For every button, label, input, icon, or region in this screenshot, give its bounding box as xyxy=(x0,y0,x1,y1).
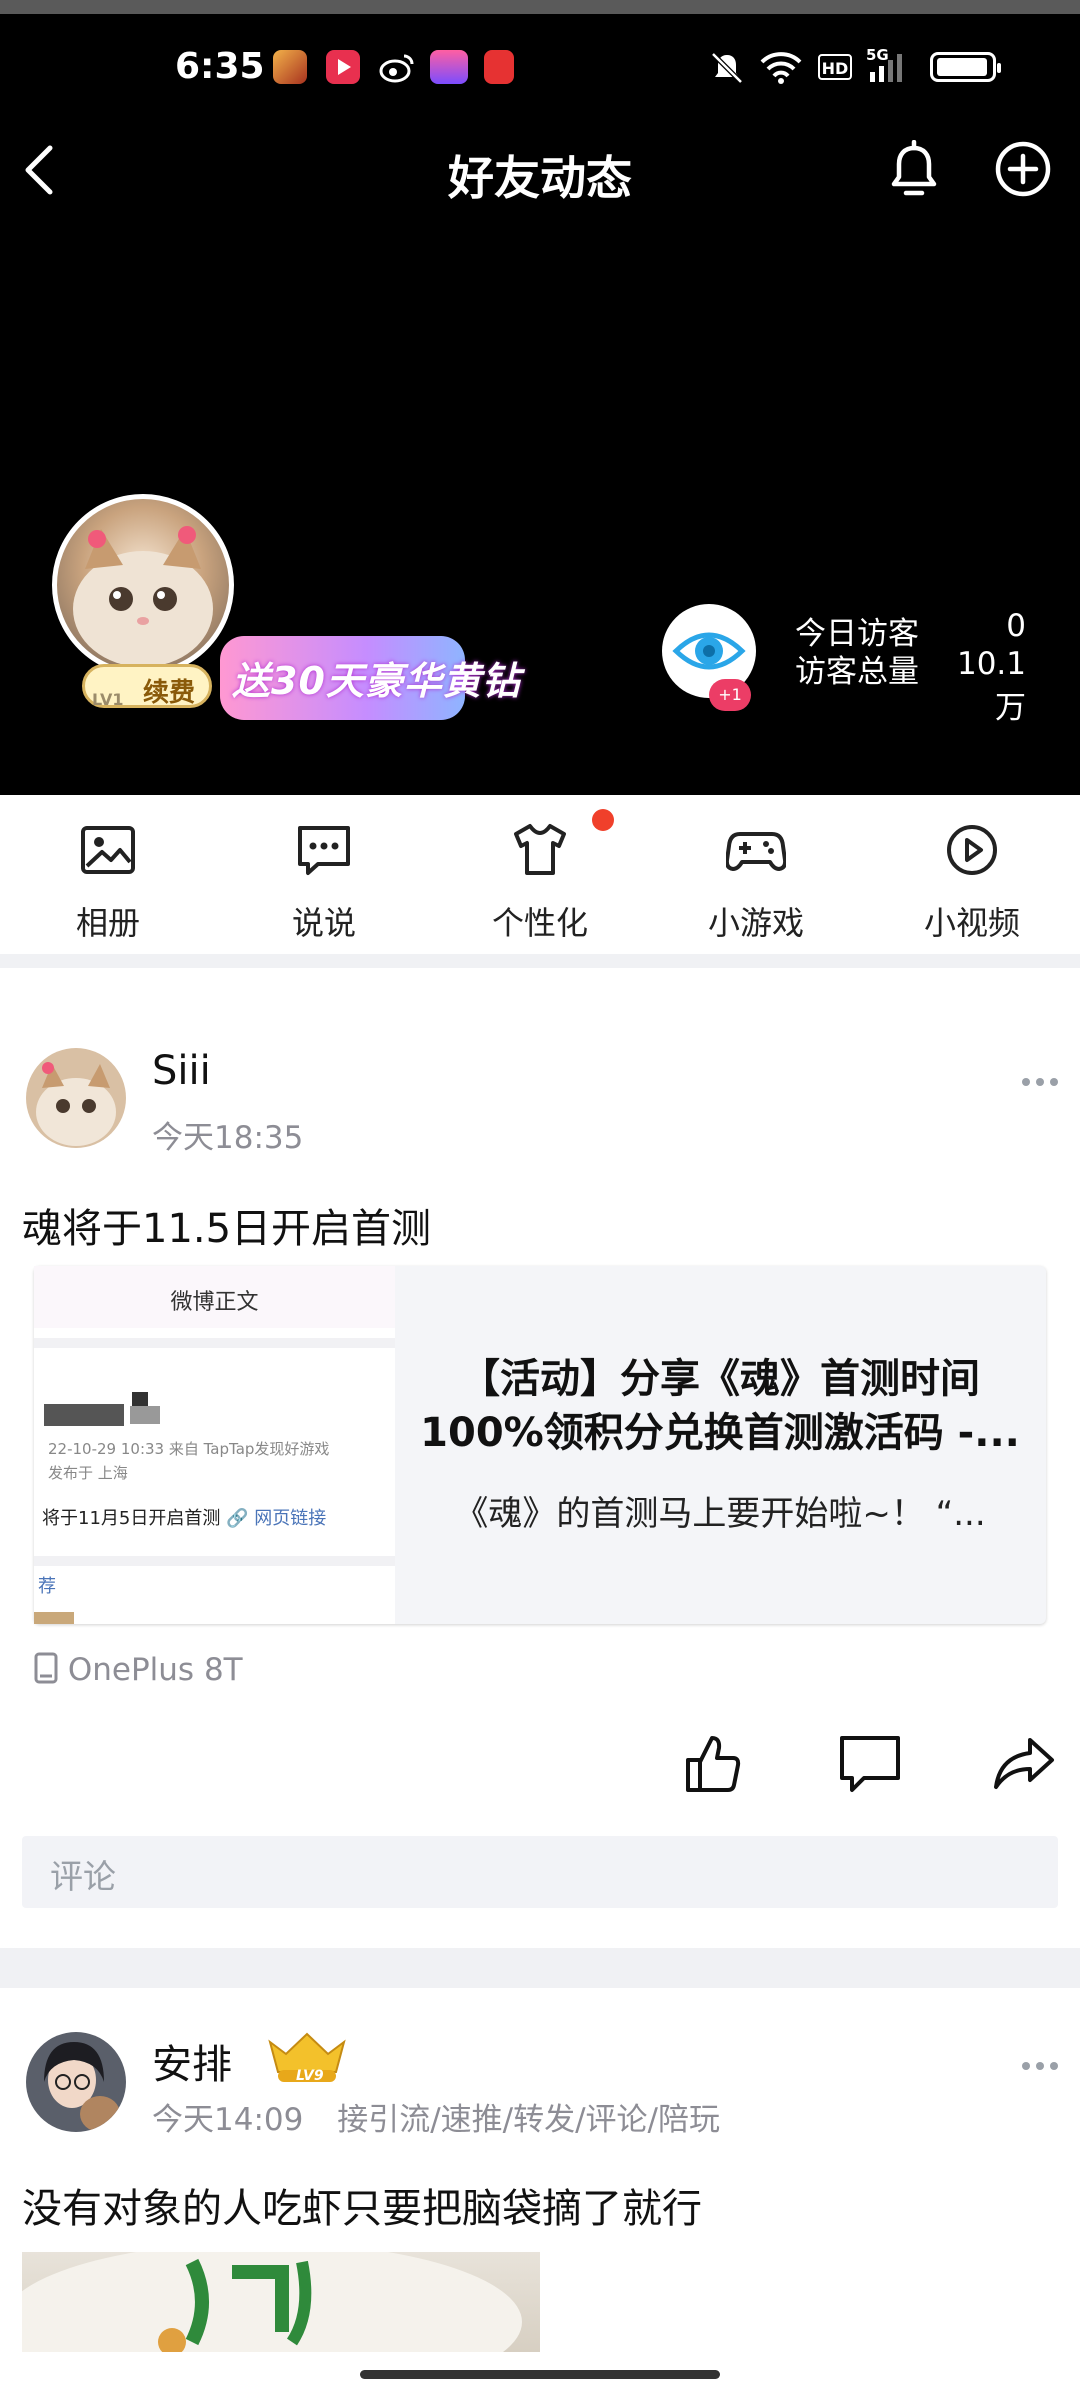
post-time-value: 今天14:09 xyxy=(152,2102,304,2138)
vip-level: LV9 xyxy=(296,2068,324,2084)
like-icon[interactable] xyxy=(680,1732,744,1796)
share-icon[interactable] xyxy=(990,1732,1054,1796)
bell-icon[interactable] xyxy=(886,139,942,200)
quick-shuoshuo[interactable]: 说说 xyxy=(254,820,394,944)
hd-label: HD xyxy=(821,59,849,78)
thumb-footer: 荐 xyxy=(38,1576,56,1597)
signal-5g-icon: 5G xyxy=(866,46,912,86)
profile-avatar[interactable] xyxy=(52,494,234,676)
device-name: OnePlus 8T xyxy=(67,1652,243,1688)
king-game-icon xyxy=(273,50,307,84)
video-icon xyxy=(326,50,360,84)
comment-input[interactable] xyxy=(22,1836,1058,1908)
link-summary: 《魂》的首测马上要开始啦~！ “... xyxy=(454,1494,986,1534)
home-indicator[interactable] xyxy=(360,2370,720,2379)
post-time: 今天18:35 xyxy=(152,1120,304,1156)
comment-placeholder[interactable]: 评论 xyxy=(50,1850,116,1898)
post-author-name[interactable]: 安排 xyxy=(152,2032,232,2090)
visitor-badge: +1 xyxy=(709,679,751,711)
quick-personalize[interactable]: 个性化 xyxy=(470,820,610,944)
wifi-icon xyxy=(760,50,802,88)
new-indicator-dot xyxy=(592,809,614,831)
thumb-header: 微博正文 xyxy=(170,1290,259,1315)
thumb-link: 网页链接 xyxy=(254,1508,327,1529)
post-author-avatar[interactable] xyxy=(26,1048,126,1148)
total-visitors-value: 10.1万 xyxy=(956,646,1026,726)
play-video-icon xyxy=(942,820,1002,880)
pink-app-icon xyxy=(430,50,468,84)
link-title[interactable]: 【活动】分享《魂》首测时间100%领积分兑换首测激活码 -... xyxy=(420,1352,1020,1460)
top-edge xyxy=(0,0,1080,14)
battery-icon xyxy=(930,52,1001,82)
thumb-meta-2: 发布于 上海 xyxy=(48,1464,128,1482)
level-label: LV1 xyxy=(92,690,124,709)
promo-text[interactable]: 送30天豪华黄钻 xyxy=(232,650,521,705)
section-divider xyxy=(0,954,1080,968)
phone-icon xyxy=(34,1652,58,1684)
photo-album-icon xyxy=(78,820,138,880)
more-options-icon[interactable] xyxy=(1020,1056,1060,1102)
link-thumbnail: 微博正文 22-10-29 10:33 来自 TapTap发现好游戏 发布于 上… xyxy=(34,1266,395,1624)
post-text: 魂将于11.5日开启首测 xyxy=(22,1206,432,1252)
device-info: OnePlus 8T xyxy=(34,1652,243,1688)
more-options-icon[interactable] xyxy=(1020,2040,1060,2086)
post-image[interactable] xyxy=(22,2252,540,2352)
hd-icon: HD xyxy=(818,54,852,80)
quick-videos[interactable]: 小视频 xyxy=(902,820,1042,944)
tshirt-icon xyxy=(510,820,570,880)
quick-shuoshuo-label: 说说 xyxy=(291,904,356,942)
quick-personalize-label: 个性化 xyxy=(491,904,588,942)
message-icon xyxy=(294,820,354,880)
post-tags: 接引流/速推/转发/评论/陪玩 xyxy=(337,2102,720,2138)
post-author-name[interactable]: Siii xyxy=(152,1048,211,1094)
comment-icon[interactable] xyxy=(838,1732,902,1796)
quick-games-label: 小游戏 xyxy=(707,904,804,942)
today-visitors-value: 0 xyxy=(1006,608,1026,644)
add-circle-icon[interactable] xyxy=(994,140,1052,198)
post-text: 没有对象的人吃虾只要把脑袋摘了就行 xyxy=(22,2186,702,2232)
thumb-meta-1: 22-10-29 10:33 来自 TapTap发现好游戏 xyxy=(48,1440,330,1458)
thumb-body: 将于11月5日开启首测 xyxy=(42,1508,221,1529)
link-icon: 🔗 xyxy=(226,1508,249,1529)
quick-album[interactable]: 相册 xyxy=(38,820,178,944)
total-visitors-label: 访客总量 xyxy=(795,654,919,690)
status-time: 6:35 xyxy=(175,46,265,87)
shopping-icon xyxy=(484,50,514,84)
post-author-avatar[interactable] xyxy=(26,2032,126,2132)
mute-icon xyxy=(709,50,745,90)
post-time: 今天14:09 接引流/速推/转发/评论/陪玩 xyxy=(152,2094,720,2139)
quick-videos-label: 小视频 xyxy=(923,904,1020,942)
quick-album-label: 相册 xyxy=(75,904,140,942)
weibo-icon xyxy=(378,50,416,84)
renew-label[interactable]: 续费 xyxy=(143,672,195,709)
vip-crown-badge: LV9 xyxy=(264,2030,350,2086)
gamepad-icon xyxy=(724,820,788,880)
quick-games[interactable]: 小游戏 xyxy=(686,820,826,944)
post-divider xyxy=(0,1948,1080,1988)
